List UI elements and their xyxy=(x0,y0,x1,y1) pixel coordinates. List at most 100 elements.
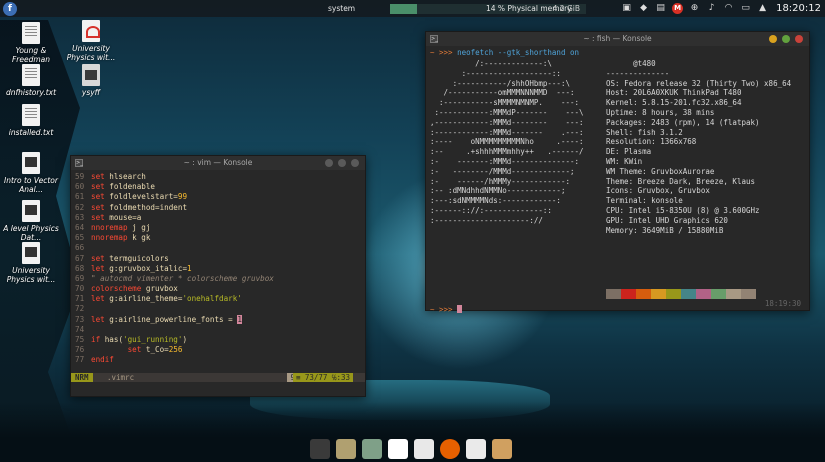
volume-icon[interactable]: ♪ xyxy=(706,3,717,14)
system-monitor-widget[interactable]: system 14 % Physical memory 4.2 GiB xyxy=(328,2,586,15)
vim-line-number: 65 xyxy=(75,233,85,243)
desktop-icon-label: University Physics wit... xyxy=(66,44,116,62)
info-key: OS: xyxy=(606,78,625,88)
folder-icon[interactable]: ▣ xyxy=(621,3,632,14)
vim-line: 73 let g:airline_powerline_fonts = 1 xyxy=(75,314,242,324)
info-key: CPU: xyxy=(606,205,629,215)
vim-line-number: 60 xyxy=(75,182,85,192)
info-value: 5.8.15-201.fc32.x86_64 xyxy=(642,98,742,108)
chat-icon[interactable] xyxy=(388,439,408,459)
vim-line: 70 colorscheme gruvbox xyxy=(75,284,178,294)
network-icon[interactable]: ◠ xyxy=(723,3,734,14)
dock xyxy=(306,436,516,462)
logo-line: /:-------------:\ xyxy=(430,59,552,68)
info-key: WM Theme: xyxy=(606,166,652,176)
expand-tray-icon[interactable]: ▲ xyxy=(757,3,768,14)
logo-line: :------:://:-------------:: xyxy=(430,205,552,215)
color-swatch xyxy=(681,289,696,299)
second-prompt: ~ >>> xyxy=(430,305,462,313)
logo-line: ,------------:MMMd-------- ---: xyxy=(430,117,584,127)
info-value: Breeze Dark, Breeze, Klaus xyxy=(637,176,756,186)
vim-titlebar[interactable]: >_ ~ : vim — Konsole xyxy=(71,156,365,170)
vim-konsole-window[interactable]: >_ ~ : vim — Konsole 59 set hlsearch 60 set… xyxy=(70,155,366,397)
gmail-icon[interactable]: M xyxy=(672,3,684,14)
desktop-icon[interactable]: Intro to Vector Anal... xyxy=(0,152,62,194)
archive-icon[interactable] xyxy=(336,439,356,459)
vim-line-number: 76 xyxy=(75,345,85,355)
info-value: 3649MiB / 15880MiB xyxy=(642,225,724,235)
logo-line: :- ------/hMMMy------------: xyxy=(430,176,570,186)
vim-line: 77 endif xyxy=(75,355,114,365)
minimize-button[interactable] xyxy=(325,159,333,167)
terminal-icon[interactable] xyxy=(310,439,330,459)
info-value: Plasma xyxy=(624,147,652,157)
firefox-icon[interactable] xyxy=(440,439,460,459)
vim-line: 72 xyxy=(75,304,361,314)
terminal-cursor xyxy=(457,305,462,313)
desktop-icon[interactable]: installed.txt xyxy=(0,104,62,137)
vim-filename: .vimrc xyxy=(107,373,135,382)
settings-icon[interactable] xyxy=(492,439,512,459)
info-key: GPU: xyxy=(606,215,629,225)
info-key: Shell: xyxy=(606,127,638,137)
logo-line: :-----------sMMMMNMNMP. ---: xyxy=(430,98,580,108)
text-file-icon xyxy=(22,64,40,86)
desktop-icon-label: dnfhistory.txt xyxy=(5,88,57,97)
logo-line: :---- oNMMMMMMMMMNho .----: xyxy=(430,137,584,147)
dropbox-icon[interactable]: ◆ xyxy=(638,3,649,14)
vim-line-number: 75 xyxy=(75,335,85,344)
pdf-icon xyxy=(82,20,100,42)
fish-titlebar[interactable]: >_ ~ : fish — Konsole xyxy=(426,32,809,46)
android-icon[interactable] xyxy=(362,439,382,459)
info-value: GruvboxAurorae xyxy=(651,166,715,176)
desktop-icon[interactable]: University Physics wit... xyxy=(0,242,62,284)
desktop-icon[interactable]: Young & Freedman xyxy=(0,22,62,64)
image-icon xyxy=(82,64,100,86)
vim-line: 67 set termguicolors xyxy=(75,253,169,263)
desktop-icon[interactable]: A level Physics Dat... xyxy=(0,200,62,242)
desktop-icon[interactable]: dnfhistory.txt xyxy=(0,64,62,97)
maximize-button[interactable] xyxy=(782,35,790,43)
logo-line: :-- :dMNdhhdNMMNo------------; xyxy=(430,186,566,196)
info-key: DE: xyxy=(606,147,625,157)
vim-line-number: 70 xyxy=(75,284,85,294)
vim-window-title: ~ : vim — Konsole xyxy=(183,158,253,167)
updates-icon[interactable]: ⊕ xyxy=(689,3,700,14)
document-viewer-icon[interactable] xyxy=(414,439,434,459)
minimize-button[interactable] xyxy=(769,35,777,43)
info-key: Terminal: xyxy=(606,196,652,206)
info-row: WM Theme: GruvboxAurorae xyxy=(606,167,791,177)
clock[interactable]: 18:20:12 xyxy=(776,3,821,14)
desktop-icon-label: A level Physics Dat... xyxy=(3,224,59,242)
info-row: OS: Fedora release 32 (Thirty Two) x86_6… xyxy=(606,79,791,89)
battery-icon[interactable]: ▭ xyxy=(740,3,751,14)
info-value: konsole xyxy=(651,196,683,206)
system-tray: ▣ ◆ ▤ M ⊕ ♪ ◠ ▭ ▲ 18:20:12 xyxy=(621,0,821,17)
fish-konsole-window[interactable]: >_ ~ : fish — Konsole ~ >>> neofetch --g… xyxy=(425,31,810,313)
clipboard-icon[interactable]: ▤ xyxy=(655,3,666,14)
vim-line-number: 63 xyxy=(75,212,85,222)
close-button[interactable] xyxy=(351,159,359,167)
konsole-window-icon[interactable]: >_ xyxy=(430,35,438,43)
maximize-button[interactable] xyxy=(338,159,346,167)
close-button[interactable] xyxy=(795,35,803,43)
desktop-icon[interactable]: ysyff xyxy=(60,64,122,97)
application-launcher-icon[interactable]: f xyxy=(3,1,17,16)
info-row: GPU: Intel UHD Graphics 620 xyxy=(606,216,791,226)
vim-line-number: 72 xyxy=(75,304,85,314)
info-value: 1366x768 xyxy=(660,137,697,147)
vim-editor[interactable]: 59 set hlsearch 60 set foldenable 61 set fold… xyxy=(71,170,365,365)
terminal-output[interactable]: ~ >>> neofetch --gtk_shorthand on /:----… xyxy=(426,46,809,313)
info-row: CPU: Intel i5-8350U (8) @ 3.600GHz xyxy=(606,206,791,216)
logo-line: :-----------/shhOHbmp---:\ xyxy=(430,78,570,88)
document-icon xyxy=(22,22,40,44)
memory-bar: 14 % Physical memory 4.2 GiB xyxy=(390,3,586,14)
vim-line: 64 nnoremap j gj xyxy=(75,222,151,232)
logo-line: :---------------------:// xyxy=(430,215,543,225)
konsole-window-icon[interactable]: >_ xyxy=(75,159,83,167)
djvu-icon xyxy=(22,242,40,264)
logo-line: :- -------:MMMd--------------: xyxy=(430,156,580,166)
desktop-icon[interactable]: University Physics wit... xyxy=(60,20,122,62)
top-panel: f system 14 % Physical memory 4.2 GiB ▣ … xyxy=(0,0,825,17)
software-center-icon[interactable] xyxy=(466,439,486,459)
